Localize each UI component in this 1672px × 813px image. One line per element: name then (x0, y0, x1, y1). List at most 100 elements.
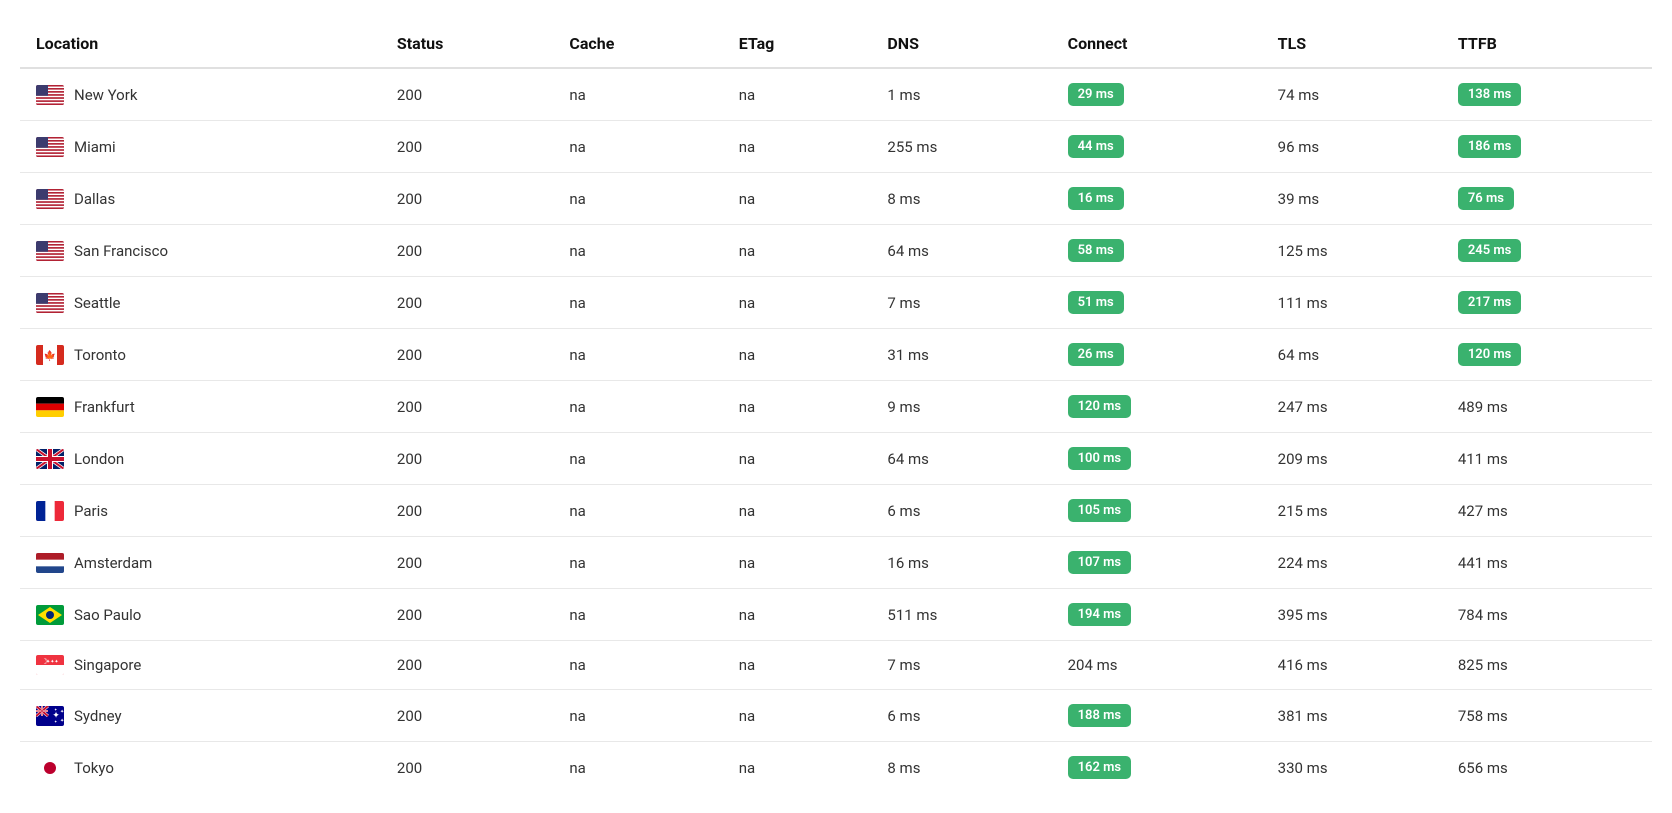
cache-cell: na (553, 225, 722, 277)
connect-cell: 29 ms (1052, 68, 1262, 121)
dns-cell: 64 ms (871, 225, 1051, 277)
flag-icon (36, 189, 64, 209)
tls-cell: 215 ms (1262, 485, 1442, 537)
dns-cell: 8 ms (871, 173, 1051, 225)
status-cell: 200 (381, 690, 554, 742)
table-row: Seattle 200nana7 ms51 ms111 ms217 ms (20, 277, 1652, 329)
tls-cell: 96 ms (1262, 121, 1442, 173)
flag-icon (36, 85, 64, 105)
ttfb-cell: 441 ms (1442, 537, 1652, 589)
dns-cell: 9 ms (871, 381, 1051, 433)
location-name: London (74, 450, 124, 468)
connect-cell: 204 ms (1052, 641, 1262, 690)
header-tls: TLS (1262, 20, 1442, 68)
ttfb-cell: 411 ms (1442, 433, 1652, 485)
connect-badge: 16 ms (1068, 187, 1124, 210)
dns-cell: 6 ms (871, 690, 1051, 742)
etag-cell: na (723, 589, 872, 641)
location-cell: ☽ ✦✦✦ Singapore (20, 641, 381, 690)
cache-cell: na (553, 433, 722, 485)
location-name: Toronto (74, 346, 126, 364)
connect-cell: 26 ms (1052, 329, 1262, 381)
tls-cell: 64 ms (1262, 329, 1442, 381)
svg-text:✦: ✦ (60, 718, 64, 724)
status-cell: 200 (381, 121, 554, 173)
status-cell: 200 (381, 329, 554, 381)
ttfb-cell: 186 ms (1442, 121, 1652, 173)
etag-cell: na (723, 225, 872, 277)
dns-cell: 31 ms (871, 329, 1051, 381)
connect-badge: 120 ms (1068, 395, 1132, 418)
flag-icon (36, 241, 64, 261)
flag-icon: ✦ ✦ ✦ ✦ ✦ (36, 706, 64, 726)
etag-cell: na (723, 329, 872, 381)
ttfb-cell: 656 ms (1442, 742, 1652, 794)
header-cache: Cache (553, 20, 722, 68)
ttfb-badge: 245 ms (1458, 239, 1522, 262)
etag-cell: na (723, 537, 872, 589)
performance-table: Location Status Cache ETag DNS Connect T… (20, 20, 1652, 793)
table-row: Tokyo 200nana8 ms162 ms330 ms656 ms (20, 742, 1652, 794)
location-name: New York (74, 86, 137, 104)
tls-cell: 416 ms (1262, 641, 1442, 690)
cache-cell: na (553, 329, 722, 381)
flag-icon (36, 293, 64, 313)
location-name: Dallas (74, 190, 115, 208)
cache-cell: na (553, 589, 722, 641)
ttfb-cell: 784 ms (1442, 589, 1652, 641)
cache-cell: na (553, 121, 722, 173)
header-ttfb: TTFB (1442, 20, 1652, 68)
table-row: Miami 200nana255 ms44 ms96 ms186 ms (20, 121, 1652, 173)
location-name: Sao Paulo (74, 606, 141, 624)
ttfb-cell: 138 ms (1442, 68, 1652, 121)
location-cell: New York (20, 68, 381, 121)
location-cell: Paris (20, 485, 381, 537)
location-cell: Tokyo (20, 742, 381, 794)
table-row: London 200nana64 ms100 ms209 ms411 ms (20, 433, 1652, 485)
location-cell: ✦ ✦ ✦ ✦ ✦ Sydney (20, 690, 381, 742)
flag-icon (36, 605, 64, 625)
svg-text:🍁: 🍁 (44, 349, 56, 362)
ttfb-cell: 427 ms (1442, 485, 1652, 537)
cache-cell: na (553, 485, 722, 537)
location-cell: Dallas (20, 173, 381, 225)
etag-cell: na (723, 690, 872, 742)
connect-cell: 44 ms (1052, 121, 1262, 173)
dns-cell: 255 ms (871, 121, 1051, 173)
cache-cell: na (553, 68, 722, 121)
flag-icon (36, 501, 64, 521)
ttfb-cell: 489 ms (1442, 381, 1652, 433)
svg-text:✦✦✦: ✦✦✦ (46, 659, 59, 665)
flag-icon (36, 449, 64, 469)
table-row: ✦ ✦ ✦ ✦ ✦ Sydney 200nana6 ms188 ms381 ms… (20, 690, 1652, 742)
table-row: Sao Paulo 200nana511 ms194 ms395 ms784 m… (20, 589, 1652, 641)
location-cell: Miami (20, 121, 381, 173)
location-name: San Francisco (74, 242, 168, 260)
flag-icon (36, 758, 64, 778)
dns-cell: 64 ms (871, 433, 1051, 485)
location-name: Paris (74, 502, 108, 520)
cache-cell: na (553, 690, 722, 742)
tls-cell: 224 ms (1262, 537, 1442, 589)
header-location: Location (20, 20, 381, 68)
connect-badge: 188 ms (1068, 704, 1132, 727)
flag-icon (36, 397, 64, 417)
dns-cell: 16 ms (871, 537, 1051, 589)
location-cell: Seattle (20, 277, 381, 329)
ttfb-cell: 758 ms (1442, 690, 1652, 742)
dns-cell: 511 ms (871, 589, 1051, 641)
table-row: Amsterdam 200nana16 ms107 ms224 ms441 ms (20, 537, 1652, 589)
connect-badge: 44 ms (1068, 135, 1124, 158)
location-cell: London (20, 433, 381, 485)
cache-cell: na (553, 277, 722, 329)
ttfb-badge: 186 ms (1458, 135, 1522, 158)
flag-icon: 🍁 (36, 345, 64, 365)
header-status: Status (381, 20, 554, 68)
header-dns: DNS (871, 20, 1051, 68)
tls-cell: 395 ms (1262, 589, 1442, 641)
status-cell: 200 (381, 433, 554, 485)
cache-cell: na (553, 381, 722, 433)
tls-cell: 125 ms (1262, 225, 1442, 277)
status-cell: 200 (381, 485, 554, 537)
location-cell: Frankfurt (20, 381, 381, 433)
